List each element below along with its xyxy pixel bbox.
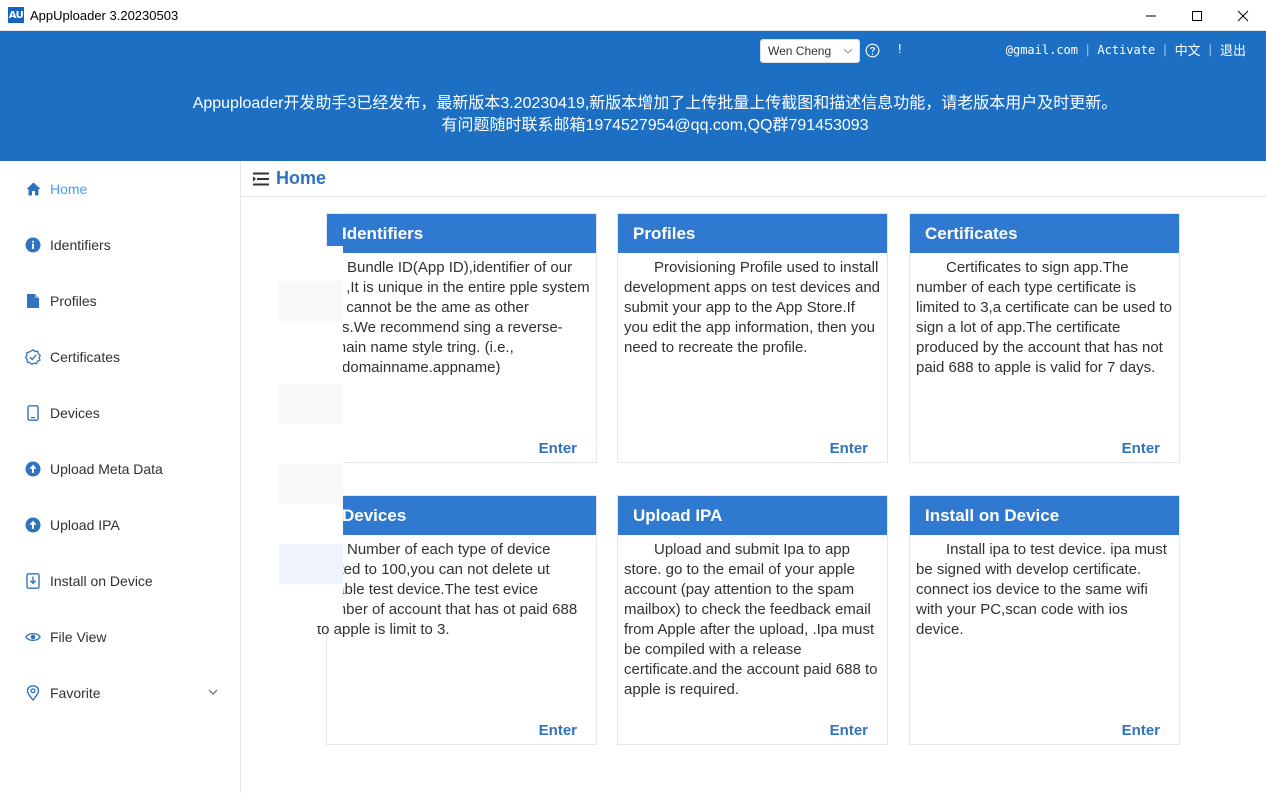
profile-icon [25, 293, 41, 309]
divider: | [1208, 42, 1212, 57]
window-title: AppUploader 3.20230503 [30, 7, 179, 23]
sidebar-item-certificates[interactable]: Certificates [0, 329, 240, 385]
sidebar-item-label: Home [50, 181, 88, 197]
close-icon [1237, 10, 1249, 21]
card-install-on-device: Install on Device Install ipa to test de… [909, 495, 1180, 745]
sidebar-item-favorite[interactable]: Favorite [0, 665, 240, 721]
enter-link[interactable]: Enter [830, 440, 868, 457]
maximize-button[interactable] [1174, 0, 1220, 31]
minimize-button[interactable] [1128, 0, 1174, 31]
card-upload-ipa: Upload IPA Upload and submit Ipa to app … [617, 495, 888, 745]
logout-link[interactable]: 退出 [1220, 40, 1246, 59]
card-description: Bundle ID(App ID),identifier of our app … [317, 259, 590, 376]
card-title: Profiles [618, 214, 887, 253]
card-description: Upload and submit Ipa to app store. go t… [624, 541, 878, 698]
help-icon[interactable] [865, 43, 880, 58]
upload-icon [25, 517, 41, 533]
sidebar-item-install-on-device[interactable]: Install on Device [0, 553, 240, 609]
sidebar-item-home[interactable]: Home [0, 161, 240, 217]
user-select[interactable]: Wen Cheng [760, 39, 860, 63]
sidebar-item-label: Certificates [50, 349, 121, 365]
enter-link[interactable]: Enter [539, 440, 577, 457]
sidebar-item-label: Devices [50, 405, 100, 421]
card-certificates: Certificates Certificates to sign app.Th… [909, 213, 1180, 463]
activate-link[interactable]: Activate [1097, 43, 1155, 57]
sidebar-item-profiles[interactable]: Profiles [0, 273, 240, 329]
sidebar-item-label: Upload Meta Data [50, 461, 163, 477]
card-description: Certificates to sign app.The number of e… [916, 259, 1172, 376]
enter-link[interactable]: Enter [1122, 722, 1160, 739]
menu-toggle-icon[interactable] [253, 172, 269, 186]
overlay-row [279, 384, 343, 424]
sidebar-item-label: Install on Device [50, 573, 153, 589]
chevron-down-icon [843, 48, 853, 54]
sidebar-item-file-view[interactable]: File View [0, 609, 240, 665]
card-identifiers: Identifiers Bundle ID(App ID),identifier… [317, 213, 597, 463]
card-title: Certificates [910, 214, 1179, 253]
sidebar-item-label: File View [50, 629, 107, 645]
card-title: Upload IPA [618, 496, 887, 535]
card-devices: Devices Number of each type of device li… [317, 495, 597, 745]
upload-icon [25, 461, 41, 477]
sidebar-item-label: Identifiers [50, 237, 111, 253]
enter-link[interactable]: Enter [1122, 440, 1160, 457]
sidebar-item-devices[interactable]: Devices [0, 385, 240, 441]
card-title: Devices [327, 496, 596, 535]
main-header: Home [241, 161, 1266, 197]
overlay-row [279, 544, 343, 584]
location-icon [25, 685, 41, 701]
enter-link[interactable]: Enter [539, 722, 577, 739]
card-title: Install on Device [910, 496, 1179, 535]
notice-line-1: Appuploader开发助手3已经发布，最新版本3.20230419,新版本增… [192, 95, 1118, 112]
sidebar-item-label: Favorite [50, 685, 101, 701]
overlay-row [279, 464, 343, 504]
install-icon [25, 573, 41, 589]
card-description: Number of each type of device limited to… [317, 541, 578, 638]
notice-line-2: 有问题随时联系邮箱1974527954@qq.com,QQ群791453093 [441, 117, 869, 134]
alert-indicator[interactable]: ! [898, 41, 902, 56]
sidebar-item-label: Profiles [50, 293, 97, 309]
minimize-icon [1146, 15, 1156, 16]
title-bar: AU AppUploader 3.20230503 [0, 0, 1266, 31]
card-title: Identifiers [327, 214, 596, 253]
sidebar-item-identifiers[interactable]: Identifiers [0, 217, 240, 273]
certificate-icon [25, 349, 41, 365]
language-link[interactable]: 中文 [1175, 40, 1201, 59]
file-view-icon [25, 629, 41, 645]
sidebar-item-upload-ipa[interactable]: Upload IPA [0, 497, 240, 553]
home-icon [25, 181, 41, 197]
sidebar-item-upload-meta-data[interactable]: Upload Meta Data [0, 441, 240, 497]
page-title: Home [276, 168, 327, 188]
close-button[interactable] [1220, 0, 1266, 31]
phone-icon [25, 405, 41, 421]
card-description: Provisioning Profile used to install dev… [624, 259, 881, 356]
card-profiles: Profiles Provisioning Profile used to in… [617, 213, 888, 463]
info-icon [25, 237, 41, 253]
card-description: Install ipa to test device. ipa must be … [916, 541, 1167, 638]
divider: | [1086, 42, 1090, 57]
overlay-row [279, 281, 343, 321]
header-banner: Wen Cheng ! @gmail.com | Activate | 中文 |… [0, 31, 1266, 161]
chevron-down-icon [208, 689, 218, 695]
app-logo-icon: AU [8, 7, 24, 23]
account-email: @gmail.com [1005, 42, 1078, 57]
sidebar-item-label: Upload IPA [50, 517, 120, 533]
user-select-value: Wen Cheng [768, 44, 832, 58]
maximize-icon [1192, 10, 1202, 21]
divider: | [1163, 42, 1167, 57]
sidebar: Home Identifiers Profiles Certificates D… [0, 161, 241, 793]
enter-link[interactable]: Enter [830, 722, 868, 739]
